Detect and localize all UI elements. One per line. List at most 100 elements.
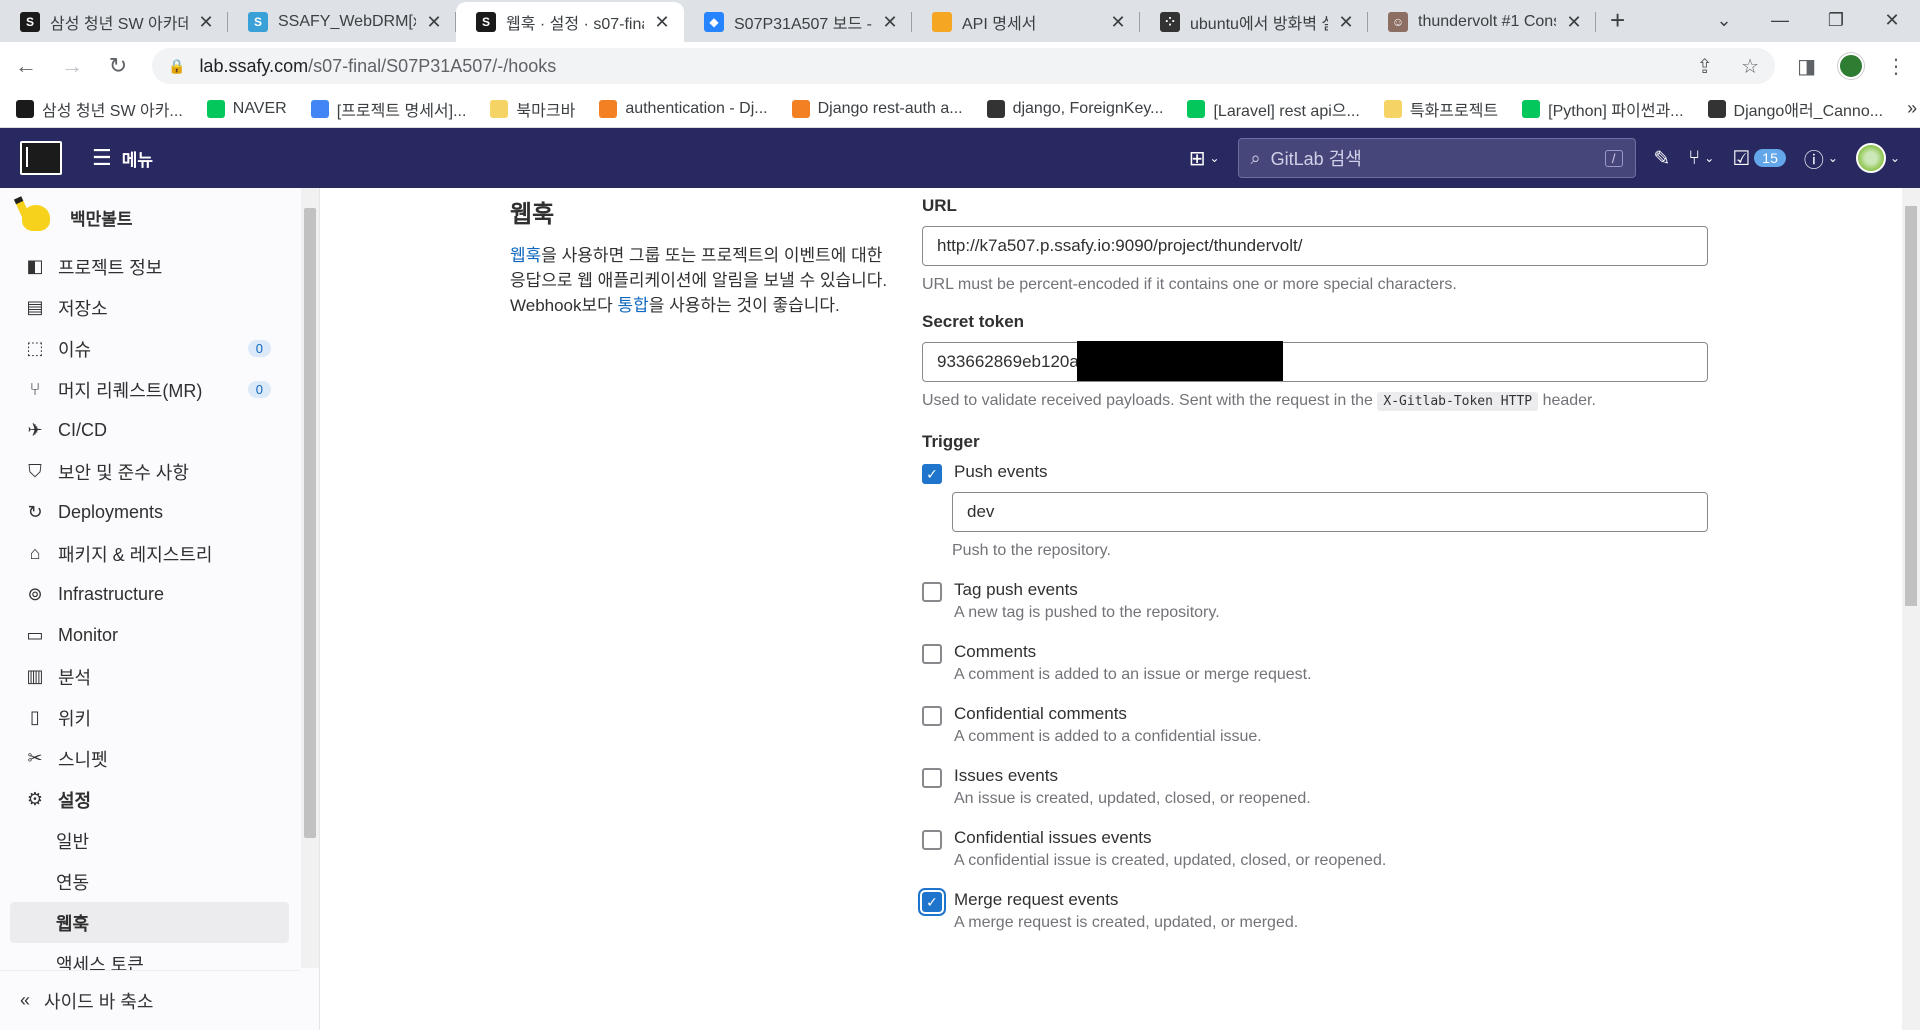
browser-tab[interactable]: API 명세서 ✕ bbox=[912, 2, 1140, 42]
trigger-checkbox[interactable] bbox=[922, 706, 942, 726]
sidebar-item[interactable]: ↻ Deployments bbox=[0, 492, 319, 533]
sidebar-subitem[interactable]: 일반 bbox=[0, 820, 319, 861]
bookmark-item[interactable]: [Python] 파이썬과... bbox=[1522, 97, 1684, 121]
sidebar-item-icon: ⊚ bbox=[27, 584, 43, 604]
tab-close-icon[interactable]: ✕ bbox=[424, 12, 444, 33]
bookmark-item[interactable]: authentication - Dj... bbox=[599, 97, 768, 121]
gitlab-logo[interactable] bbox=[20, 141, 62, 175]
browser-menu-icon[interactable]: ⋮ bbox=[1886, 54, 1906, 79]
sidebar-subitem[interactable]: 연동 bbox=[0, 861, 319, 902]
trigger-title: Issues events bbox=[954, 766, 1058, 785]
sidebar-item[interactable]: ⚙ 설정 bbox=[0, 779, 319, 820]
page-scrollbar[interactable] bbox=[1902, 188, 1920, 1030]
trigger-option[interactable]: Confidential comments A comment is added… bbox=[922, 704, 1708, 746]
minimize-icon[interactable]: — bbox=[1752, 0, 1808, 40]
sidebar-scrollbar[interactable] bbox=[301, 188, 319, 968]
sidebar-item[interactable]: ✂ 스니펫 bbox=[0, 738, 319, 779]
trigger-option[interactable]: Tag push events A new tag is pushed to t… bbox=[922, 580, 1708, 622]
search-input[interactable]: ⌕ GitLab 검색 / bbox=[1237, 138, 1636, 178]
reload-icon[interactable]: ↻ bbox=[106, 53, 130, 79]
sidebar-item[interactable]: ▥ 분석 bbox=[0, 656, 319, 697]
sidebar-item[interactable]: ⛉ 보안 및 준수 사항 bbox=[0, 451, 319, 492]
bookmark-item[interactable]: Django rest-auth a... bbox=[791, 97, 963, 121]
sidebar-project-header[interactable]: 백만볼트 bbox=[0, 188, 319, 246]
sidebar-item[interactable]: ⌂ 패키지 & 레지스트리 bbox=[0, 533, 319, 574]
new-item-dropdown[interactable]: ⊞ ⌄ bbox=[1189, 146, 1220, 171]
page-scroll-thumb[interactable] bbox=[1905, 206, 1917, 606]
browser-tab[interactable]: ☺ thundervolt #1 Cons ✕ bbox=[1368, 2, 1596, 42]
merge-requests-dropdown[interactable]: ⑂ ⌄ bbox=[1688, 147, 1714, 170]
tab-close-icon[interactable]: ✕ bbox=[1108, 12, 1128, 33]
close-window-icon[interactable]: ✕ bbox=[1864, 0, 1920, 40]
collapse-sidebar-button[interactable]: « 사이드 바 축소 bbox=[0, 970, 300, 1030]
tab-close-icon[interactable]: ✕ bbox=[1336, 12, 1356, 33]
help-dropdown[interactable]: ⓘ ⌄ bbox=[1804, 144, 1838, 173]
sidebar-item-icon: ⚙ bbox=[26, 789, 44, 809]
bookmark-item[interactable]: NAVER bbox=[206, 97, 287, 121]
push-branch-filter-input[interactable]: dev bbox=[952, 492, 1708, 532]
sidebar-item[interactable]: ▭ Monitor bbox=[0, 615, 319, 656]
trigger-push-events[interactable]: ✓ Push events bbox=[922, 462, 1708, 484]
profile-avatar[interactable] bbox=[1838, 53, 1864, 79]
bookmarks-more-button[interactable]: » bbox=[1907, 98, 1917, 119]
url-field[interactable]: http://k7a507.p.ssafy.io:9090/project/th… bbox=[922, 226, 1708, 266]
integrations-link[interactable]: 통합 bbox=[618, 296, 649, 315]
forward-icon[interactable]: → bbox=[60, 53, 84, 79]
bookmark-item[interactable]: Django애러_Canno... bbox=[1707, 97, 1883, 121]
todos-button[interactable]: ☑ 15 bbox=[1732, 146, 1786, 171]
bookmark-item[interactable]: [Laravel] rest api으... bbox=[1187, 97, 1360, 121]
tab-close-icon[interactable]: ✕ bbox=[880, 12, 900, 33]
menu-button[interactable]: ☰ 메뉴 bbox=[92, 145, 153, 171]
sidebar-item[interactable]: ▯ 위키 bbox=[0, 697, 319, 738]
trigger-checkbox[interactable] bbox=[922, 644, 942, 664]
bookmark-item[interactable]: 북마크바 bbox=[490, 97, 575, 121]
url-bar[interactable]: 🔒 lab.ssafy.com/s07-final/S07P31A507/-/h… bbox=[152, 48, 1776, 84]
push-events-checkbox[interactable]: ✓ bbox=[922, 464, 942, 484]
side-panel-icon[interactable]: ◨ bbox=[1797, 54, 1816, 79]
lock-icon[interactable]: 🔒 bbox=[168, 58, 185, 75]
share-icon[interactable]: ⇪ bbox=[1696, 54, 1713, 79]
sidebar-item[interactable]: ⊚ Infrastructure bbox=[0, 574, 319, 615]
browser-tab[interactable]: S 삼성 청년 SW 아카데 ✕ bbox=[0, 2, 228, 42]
bookmark-item[interactable]: 삼성 청년 SW 아카... bbox=[16, 97, 183, 121]
sidebar-scroll-thumb[interactable] bbox=[304, 208, 316, 838]
bookmark-star-icon[interactable]: ☆ bbox=[1741, 54, 1759, 79]
trigger-checkbox[interactable] bbox=[922, 830, 942, 850]
back-icon[interactable]: ← bbox=[14, 53, 38, 79]
sidebar-item[interactable]: ⬚ 이슈 0 bbox=[0, 328, 319, 369]
bookmark-item[interactable]: django, ForeignKey... bbox=[986, 97, 1163, 121]
sidebar-item-label: 스니펫 bbox=[58, 749, 108, 770]
trigger-option[interactable]: Comments A comment is added to an issue … bbox=[922, 642, 1708, 684]
sidebar-item[interactable]: ✈ CI/CD bbox=[0, 410, 319, 451]
sidebar-item[interactable]: ◧ 프로젝트 정보 bbox=[0, 246, 319, 287]
user-menu[interactable]: ⌄ bbox=[1855, 143, 1900, 173]
tab-search-icon[interactable]: ⌄ bbox=[1696, 0, 1752, 40]
trigger-checkbox[interactable]: ✓ bbox=[922, 892, 942, 912]
bookmark-item[interactable]: 특화프로젝트 bbox=[1383, 97, 1498, 121]
trigger-option[interactable]: Confidential issues events A confidentia… bbox=[922, 828, 1708, 870]
trigger-option[interactable]: ✓ Merge request events A merge request i… bbox=[922, 890, 1708, 932]
trigger-checkbox[interactable] bbox=[922, 582, 942, 602]
bookmark-label: 삼성 청년 SW 아카... bbox=[42, 102, 183, 120]
browser-tab[interactable]: ⁘ ubuntu에서 방화벽 설 ✕ bbox=[1140, 2, 1368, 42]
trigger-option[interactable]: Issues events An issue is created, updat… bbox=[922, 766, 1708, 808]
tab-close-icon[interactable]: ✕ bbox=[196, 12, 216, 33]
trigger-checkbox[interactable] bbox=[922, 768, 942, 788]
sidebar-subitem[interactable]: 웹훅 bbox=[10, 902, 289, 943]
browser-tab[interactable]: S 웹훅 · 설정 · s07-final ✕ bbox=[456, 2, 684, 42]
tab-close-icon[interactable]: ✕ bbox=[652, 12, 672, 33]
trigger-title: Merge request events bbox=[954, 890, 1119, 909]
todo-check-icon: ☑ bbox=[1732, 147, 1751, 170]
new-tab-button[interactable]: + bbox=[1610, 5, 1625, 36]
secret-token-field[interactable]: 933662869eb120a bbox=[922, 341, 1708, 382]
browser-tab[interactable]: ◆ S07P31A507 보드 - J ✕ bbox=[684, 2, 912, 42]
restore-icon[interactable]: ❐ bbox=[1808, 0, 1864, 40]
bookmark-item[interactable]: [프로젝트 명세서]... bbox=[310, 97, 466, 121]
sidebar-item[interactable]: ▤ 저장소 bbox=[0, 287, 319, 328]
issues-icon[interactable]: ✎ bbox=[1654, 146, 1671, 171]
sidebar-item-icon: ▯ bbox=[30, 707, 40, 727]
tab-close-icon[interactable]: ✕ bbox=[1564, 12, 1584, 33]
webhooks-doc-link[interactable]: 웹훅 bbox=[510, 246, 541, 265]
sidebar-item[interactable]: ⑂ 머지 리퀘스트(MR) 0 bbox=[0, 369, 319, 410]
browser-tab[interactable]: S SSAFY_WebDRM[xRy] ✕ bbox=[228, 2, 456, 42]
